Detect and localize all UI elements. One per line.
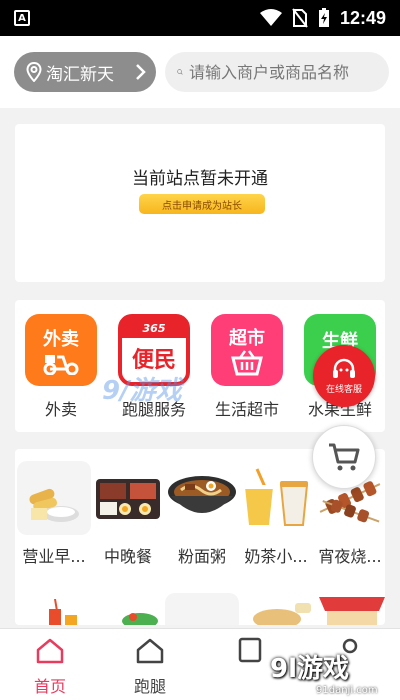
category-label: 宵夜烧...: [318, 547, 382, 566]
top-header: 淘汇新天: [0, 36, 400, 108]
house-icon: [136, 638, 164, 664]
status-bar: A 12:49: [0, 0, 400, 36]
clock: 12:49: [339, 7, 386, 28]
salad-icon[interactable]: [115, 599, 165, 625]
online-customer-service-button[interactable]: 在线客服: [313, 345, 375, 407]
service-supermarket[interactable]: 超市 生活超市: [211, 314, 283, 420]
notification-a-icon: A: [14, 10, 30, 26]
category-breakfast[interactable]: 营业早...: [17, 461, 91, 567]
search-bar[interactable]: [165, 52, 389, 92]
location-name: 淘汇新天: [46, 64, 114, 85]
location-pin-icon: [26, 62, 42, 82]
tab-errand[interactable]: 跑腿: [110, 637, 190, 697]
category-label: 粉面粥: [177, 547, 226, 566]
cart-icon: [329, 443, 360, 471]
location-selector[interactable]: 淘汇新天: [14, 52, 156, 92]
search-input[interactable]: [189, 62, 389, 82]
watermark-brand: 9l游戏: [270, 654, 350, 684]
watermark-center: 9/游戏: [102, 376, 182, 406]
breakfast-icon: [17, 461, 91, 535]
scooter-icon: 外卖: [25, 314, 97, 386]
category-label: 奶茶小...: [244, 547, 308, 566]
chevron-right-icon: [136, 64, 146, 80]
category-noodles[interactable]: 粉面粥: [165, 461, 239, 567]
category-tile-partial[interactable]: [247, 593, 317, 625]
drinks-icon[interactable]: [35, 598, 85, 625]
station-closed-message: 当前站点暂未开通: [132, 169, 268, 189]
category-milk-tea[interactable]: 奶茶小...: [239, 461, 313, 567]
apply-station-master-button[interactable]: 点击申请成为站长: [139, 194, 265, 214]
service-label: 外卖: [44, 400, 77, 419]
category-lunch-dinner[interactable]: 中晚餐: [91, 461, 165, 567]
headset-icon: [333, 358, 355, 378]
no-sim-icon: [292, 8, 308, 28]
shopping-cart-button[interactable]: [312, 425, 376, 489]
service-takeout[interactable]: 外卖 外卖: [25, 314, 97, 420]
search-icon: [177, 69, 183, 75]
category-tile-partial[interactable]: [165, 593, 239, 625]
bento-icon: [91, 461, 165, 535]
watermark-domain: 91danji.com: [316, 685, 378, 696]
shop-icon[interactable]: [317, 593, 385, 625]
customer-service-label: 在线客服: [325, 384, 362, 395]
watermark-logo: 9l游戏 91danji.com: [270, 648, 390, 698]
category-label: 营业早...: [22, 547, 86, 566]
battery-charging-icon: [318, 8, 329, 27]
station-notice-card: 当前站点暂未开通 点击申请成为站长: [15, 124, 385, 282]
tab-label: 首页: [33, 677, 66, 696]
category-label: 中晚餐: [103, 547, 152, 566]
wifi-icon: [259, 9, 282, 26]
home-icon: [36, 638, 64, 664]
tab-label: 跑腿: [133, 677, 166, 696]
noodle-bowl-icon: [165, 461, 239, 535]
orders-icon: [238, 637, 262, 663]
service-label: 生活超市: [214, 400, 279, 419]
milk-tea-icon: [239, 461, 313, 535]
basket-icon: 超市: [211, 314, 283, 386]
tab-home[interactable]: 首页: [10, 637, 90, 697]
